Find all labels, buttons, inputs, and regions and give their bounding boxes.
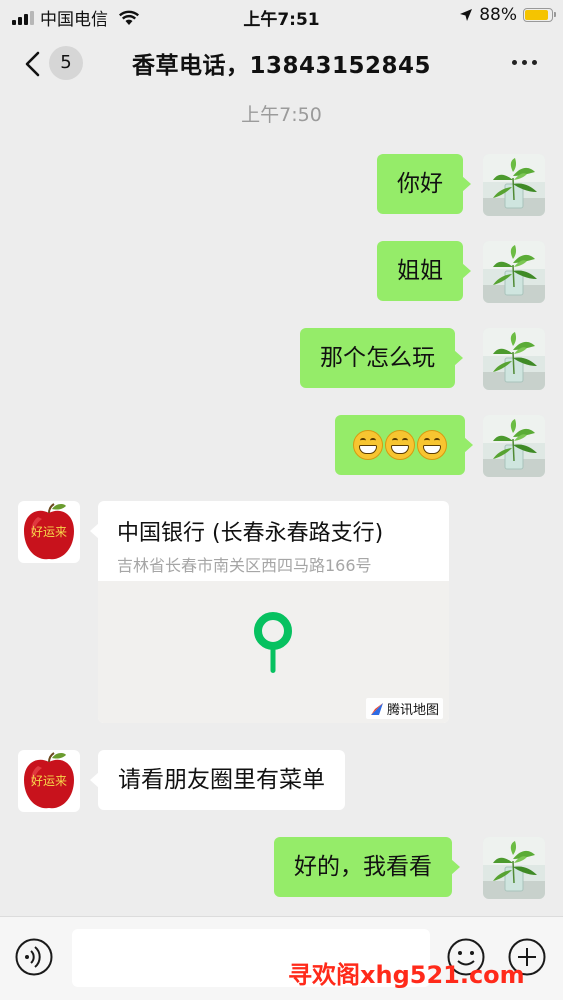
message-text: 姐姐 (397, 258, 443, 284)
chat-title: 香草电话，13843152845 (131, 53, 432, 79)
message-text: 好的，我看看 (294, 854, 432, 880)
battery-fill (525, 10, 548, 20)
self-avatar[interactable] (483, 154, 545, 216)
chat-header: 5 香草电话，13843152845 (0, 32, 563, 94)
contact-avatar[interactable]: 好运来 (18, 750, 80, 812)
map-provider-label: 腾讯地图 (365, 698, 443, 719)
location-card[interactable]: 中国银行 (长春永春路支行) 吉林省长春市南关区西四马路166号 腾讯地图 (98, 501, 449, 723)
self-avatar[interactable] (483, 415, 545, 477)
status-bar: 中国电信 上午7:51 88% (0, 0, 563, 32)
message-bubble-sent[interactable]: 你好 (377, 154, 471, 214)
message-timestamp: 上午7:50 (241, 104, 322, 126)
grin-emoji-icon (353, 430, 383, 460)
watermark-text: 寻欢阁xhg521.com (288, 961, 525, 989)
contact-avatar-label: 好运来 (30, 525, 67, 539)
location-address: 吉林省长春市南关区西四马路166号 (117, 556, 372, 575)
contact-avatar[interactable]: 好运来 (18, 501, 80, 563)
message-bubble-sent[interactable] (335, 415, 473, 475)
message-text: 请看朋友圈里有菜单 (118, 767, 325, 793)
location-name: 中国银行 (长春永春路支行) (117, 521, 384, 546)
contact-avatar-label: 好运来 (30, 774, 67, 788)
message-text: 你好 (397, 171, 443, 197)
grin-emoji-icon (385, 430, 415, 460)
battery-percent: 88% (479, 5, 517, 25)
message-bubble-sent[interactable]: 好的，我看看 (274, 837, 460, 897)
message-bubble-sent[interactable]: 那个怎么玩 (300, 328, 463, 388)
self-avatar[interactable] (483, 837, 545, 899)
message-bubble-received[interactable]: 请看朋友圈里有菜单 (90, 750, 345, 810)
self-avatar[interactable] (483, 328, 545, 390)
battery-icon (523, 8, 556, 22)
message-text: 那个怎么玩 (320, 345, 435, 371)
grin-emoji-icon (417, 430, 447, 460)
map-pin-icon (254, 612, 292, 673)
location-arrow-icon (460, 9, 473, 21)
voice-input-icon[interactable] (14, 937, 54, 977)
self-avatar[interactable] (483, 241, 545, 303)
status-right: 88% (459, 5, 556, 25)
message-bubble-sent[interactable]: 姐姐 (377, 241, 471, 301)
tencent-map-icon (370, 702, 383, 715)
more-options-icon[interactable] (512, 60, 537, 65)
location-map[interactable]: 腾讯地图 (98, 581, 449, 723)
